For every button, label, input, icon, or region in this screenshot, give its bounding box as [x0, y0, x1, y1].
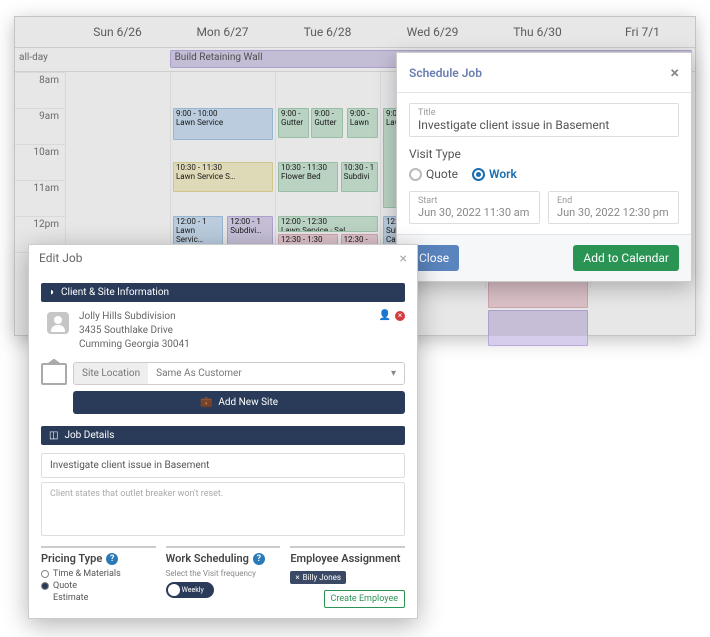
job-notes-field[interactable]: Client states that outlet breaker won't … [41, 482, 405, 536]
pricing-time-materials[interactable]: Time & Materials [41, 569, 156, 579]
site-row: Site Location Same As Customer ▾ [41, 362, 405, 385]
remove-chip-icon[interactable]: × [295, 573, 299, 582]
start-label: Start [418, 196, 531, 206]
edit-modal-title: Edit Job [39, 251, 83, 267]
hour-11am: 11am [15, 180, 65, 216]
employee-chip-billy[interactable]: ×Billy Jones [290, 571, 346, 584]
event-thu-2[interactable] [488, 310, 588, 346]
client-text: Jolly Hills Subdivision 3435 Southlake D… [79, 310, 190, 352]
event-mon-lawn-1030[interactable]: 10:30 - 11:30Lawn Service S… [173, 162, 273, 192]
radio-icon [472, 168, 485, 181]
event-mon-lawn-9[interactable]: 9:00 - 10:00Lawn Service [173, 108, 273, 140]
edit-modal-header: Edit Job × [29, 245, 417, 273]
pricing-quote[interactable]: Quote [41, 581, 156, 591]
hour-9am: 9am [15, 108, 65, 144]
event-tue-flowerbed[interactable]: 10:30 - 11:30Flower Bed [278, 162, 338, 192]
person-icon: ◗ [49, 287, 55, 298]
chevron-down-icon: ▾ [383, 363, 404, 384]
day-header-wed[interactable]: Wed 6/29 [380, 17, 485, 47]
start-value: Jun 30, 2022 11:30 am [418, 206, 531, 219]
help-icon[interactable]: ? [253, 553, 265, 565]
time-gutter-header [15, 17, 65, 47]
calendar-header: Sun 6/26 Mon 6/27 Tue 6/28 Wed 6/29 Thu … [15, 17, 695, 48]
day-header-tue[interactable]: Tue 6/28 [275, 17, 380, 47]
add-to-calendar-button[interactable]: Add to Calendar [573, 245, 679, 271]
job-details-section-header: ◫ Job Details [41, 426, 405, 445]
building-icon [41, 363, 67, 385]
remove-client-icon[interactable]: × [395, 311, 405, 321]
scheduling-column: Work Scheduling? Select the Visit freque… [166, 546, 281, 608]
end-value: Jun 30, 2022 12:30 pm [557, 206, 670, 219]
event-tue-lawn-sal-12[interactable]: 12:00 - 12:30Lawn Service · Sal [278, 216, 378, 232]
visit-type-label: Visit Type [409, 147, 679, 161]
job-title-field[interactable]: Title Investigate client issue in Baseme… [409, 103, 679, 137]
radio-icon [409, 168, 422, 181]
event-tue-gutter-9b[interactable]: 9:00 -Gutter [311, 108, 342, 138]
expand-icon: ◫ [49, 430, 58, 441]
frequency-toggle[interactable]: Weekly [166, 582, 214, 598]
schedule-modal-header: Schedule Job × [397, 53, 691, 93]
schedule-modal-footer: Close Add to Calendar [397, 234, 691, 281]
create-employee-button[interactable]: Create Employee [324, 590, 406, 608]
event-tue-gutter-9a[interactable]: 9:00 -Gutter [278, 108, 309, 138]
location-pin-icon[interactable]: 👤 [379, 310, 391, 321]
site-location-value: Same As Customer [148, 363, 383, 384]
client-site-section-title: Client & Site Information [61, 287, 169, 298]
add-new-site-label: Add New Site [218, 397, 278, 408]
help-icon[interactable]: ? [106, 553, 118, 565]
start-datetime-field[interactable]: Start Jun 30, 2022 11:30 am [409, 191, 540, 224]
hour-8am: 8am [15, 72, 65, 108]
edit-job-modal: Edit Job × ◗ Client & Site Information J… [28, 244, 418, 619]
job-title-value: Investigate client issue in Basement [418, 118, 670, 132]
close-icon[interactable]: × [400, 251, 407, 267]
job-issue-field[interactable]: Investigate client issue in Basement [41, 453, 405, 478]
employee-column: Employee Assignment ×Billy Jones Create … [290, 546, 405, 608]
briefcase-icon: 💼 [200, 397, 212, 408]
job-details-section-title: Job Details [64, 430, 114, 441]
add-new-site-button[interactable]: 💼 Add New Site [73, 391, 405, 414]
job-title-label: Title [418, 108, 670, 118]
close-icon[interactable]: × [671, 63, 680, 82]
pricing-estimate[interactable]: Estimate [53, 593, 156, 603]
scheduling-sub: Select the Visit frequency [166, 569, 281, 578]
hour-10am: 10am [15, 144, 65, 180]
event-tue-lawn-9c[interactable]: 9:00 -Lawn [347, 108, 378, 138]
avatar-icon [47, 312, 69, 334]
schedule-modal-title: Schedule Job [409, 66, 482, 80]
site-location-label: Site Location [74, 363, 148, 384]
day-header-mon[interactable]: Mon 6/27 [170, 17, 275, 47]
allday-label: all-day [15, 48, 65, 71]
schedule-job-modal: Schedule Job × Title Investigate client … [396, 52, 692, 282]
day-header-sun[interactable]: Sun 6/26 [65, 17, 170, 47]
client-site-section-header: ◗ Client & Site Information [41, 283, 405, 302]
visit-type-work[interactable]: Work [472, 167, 517, 181]
job-columns: Pricing Type? Time & Materials Quote Est… [41, 546, 405, 608]
client-name: Jolly Hills Subdivision [79, 310, 190, 324]
scheduling-header: Work Scheduling [166, 552, 249, 565]
end-label: End [557, 196, 670, 206]
visit-type-radios: Quote Work [409, 167, 679, 181]
employee-header: Employee Assignment [290, 552, 400, 565]
client-addr1: 3435 Southlake Drive [79, 324, 190, 338]
client-info-row: Jolly Hills Subdivision 3435 Southlake D… [47, 310, 405, 352]
radio-icon [41, 582, 49, 590]
end-datetime-field[interactable]: End Jun 30, 2022 12:30 pm [548, 191, 679, 224]
radio-icon [41, 570, 49, 578]
visit-type-quote[interactable]: Quote [409, 167, 458, 181]
site-location-select[interactable]: Site Location Same As Customer ▾ [73, 362, 405, 385]
event-tue-subdiv-1030[interactable]: 10:30 - 1Subdivi [341, 162, 378, 192]
pricing-column: Pricing Type? Time & Materials Quote Est… [41, 546, 156, 608]
day-header-thu[interactable]: Thu 6/30 [485, 17, 590, 47]
pricing-header: Pricing Type [41, 552, 102, 565]
day-header-fri[interactable]: Fri 7/1 [590, 17, 695, 47]
client-addr2: Cumming Georgia 30041 [79, 338, 190, 352]
